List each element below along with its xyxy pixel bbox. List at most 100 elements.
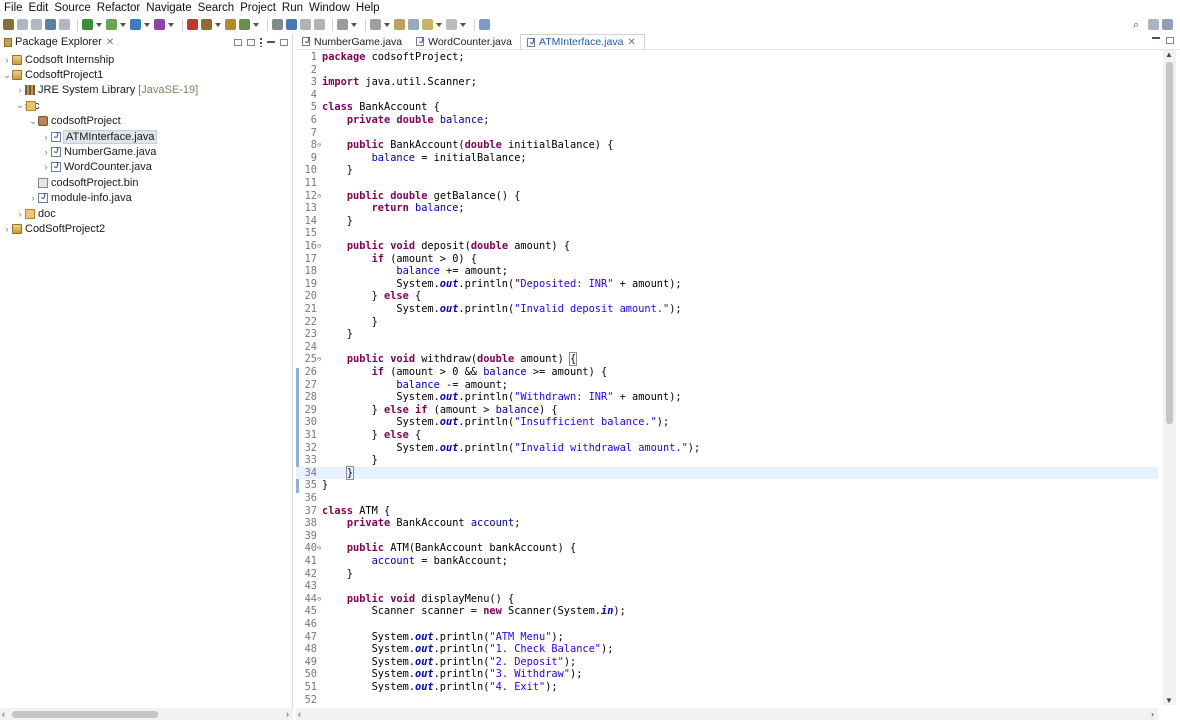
code-line[interactable]: 42 } (296, 568, 1158, 581)
menu-run[interactable]: Run (279, 0, 306, 16)
minimize-icon[interactable] (1152, 37, 1160, 39)
minimize-icon[interactable] (267, 41, 275, 43)
close-icon[interactable]: ✕ (627, 37, 635, 48)
toolbar-button-icon[interactable] (187, 19, 198, 30)
code-line[interactable]: 29 } else if (amount > balance) { (296, 404, 1158, 417)
editor-tab[interactable]: WordCounter.java (410, 34, 520, 49)
code-line[interactable]: 15 (296, 227, 1158, 240)
code-line[interactable]: 16 ⊖ public void deposit(double amount) { (296, 240, 1158, 253)
link-with-editor-icon[interactable] (247, 38, 255, 46)
code-line[interactable]: 30 System.out.println("Insufficient bala… (296, 416, 1158, 429)
code-line[interactable]: 10 } (296, 164, 1158, 177)
chevron-right-icon[interactable]: › (2, 224, 12, 234)
code-line[interactable]: 12 ⊖ public double getBalance() { (296, 190, 1158, 203)
tree-item[interactable]: › WordCounter.java (0, 160, 293, 175)
toolbar-button-icon[interactable] (239, 19, 250, 30)
toolbar-button-icon[interactable] (408, 19, 419, 30)
code-line[interactable]: 25 ⊖ public void withdraw(double amount) … (296, 352, 1158, 367)
search-icon[interactable]: ⌕ (1133, 19, 1145, 31)
menu-navigate[interactable]: Navigate (143, 0, 194, 16)
menu-refactor[interactable]: Refactor (94, 0, 143, 16)
toolbar-button-icon[interactable] (82, 19, 93, 30)
code-line[interactable]: 36 (296, 492, 1158, 505)
tree-item[interactable]: codsoftProject.bin (0, 175, 293, 190)
tree-item[interactable]: › NumberGame.java (0, 144, 293, 159)
code-line[interactable]: 39 (296, 530, 1158, 543)
code-line[interactable]: 35} (296, 479, 1158, 492)
code-line[interactable]: 2 (296, 64, 1158, 77)
toolbar-button-icon[interactable] (31, 19, 42, 30)
java-perspective-icon[interactable] (1162, 19, 1173, 30)
editor-tab[interactable]: NumberGame.java (296, 34, 410, 49)
toolbar-button-icon[interactable] (370, 19, 381, 30)
chevron-down-icon[interactable] (460, 22, 466, 27)
maximize-icon[interactable] (1166, 37, 1174, 44)
code-line[interactable]: 51 System.out.println("4. Exit"); (296, 681, 1158, 694)
toolbar-button-icon[interactable] (337, 19, 348, 30)
code-line[interactable]: 4 (296, 89, 1158, 102)
code-line[interactable]: 37 class ATM { (296, 505, 1158, 518)
menu-edit[interactable]: Edit (26, 0, 52, 16)
code-line[interactable]: 33 } (296, 454, 1158, 467)
scroll-right-icon[interactable]: › (1151, 709, 1154, 719)
scrollbar-thumb[interactable] (12, 711, 158, 718)
code-line[interactable]: 26 if (amount > 0 && balance >= amount) … (296, 366, 1158, 379)
code-line[interactable]: 50 System.out.println("3. Withdraw"); (296, 668, 1158, 681)
chevron-down-icon[interactable]: ⌄ (15, 100, 25, 111)
chevron-right-icon[interactable]: › (15, 85, 25, 95)
code-line[interactable]: 32 System.out.println("Invalid withdrawa… (296, 442, 1158, 455)
toolbar-button-icon[interactable] (17, 19, 28, 30)
tree-item[interactable]: ⌄ CodsoftProject1 (0, 67, 293, 82)
code-line[interactable]: 1 package codsoftProject; (296, 51, 1158, 64)
code-line[interactable]: 24 (296, 341, 1158, 354)
toolbar-button-icon[interactable] (106, 19, 117, 30)
package-explorer-tab[interactable]: Package Explorer ✕ (0, 34, 118, 50)
code-line[interactable]: 38 private BankAccount account; (296, 517, 1158, 530)
chevron-right-icon[interactable]: › (28, 193, 38, 203)
editor-tab[interactable]: ATMInterface.java✕ (519, 34, 645, 49)
code-line[interactable]: 27 balance -= amount; (296, 379, 1158, 392)
toolbar-button-icon[interactable] (201, 19, 212, 30)
code-line[interactable]: 19 System.out.println("Deposited: INR" +… (296, 278, 1158, 291)
code-line[interactable]: 49 System.out.println("2. Deposit"); (296, 656, 1158, 669)
chevron-right-icon[interactable]: › (15, 209, 25, 219)
scroll-up-icon[interactable]: ▲ (1165, 50, 1173, 59)
menu-window[interactable]: Window (306, 0, 353, 16)
code-line[interactable]: 8 ⊖ public BankAccount(double initialBala… (296, 139, 1158, 152)
chevron-right-icon[interactable]: › (41, 147, 51, 157)
code-line[interactable]: 14 } (296, 215, 1158, 228)
menu-project[interactable]: Project (237, 0, 279, 16)
code-line[interactable]: 6 private double balance; (296, 114, 1158, 127)
scroll-down-icon[interactable]: ▼ (1165, 696, 1173, 705)
menu-file[interactable]: File (0, 0, 26, 16)
code-line[interactable]: 28 System.out.println("Withdrawn: INR" +… (296, 391, 1158, 404)
scroll-right-icon[interactable]: › (286, 709, 289, 719)
code-line[interactable]: 7 (296, 127, 1158, 140)
chevron-right-icon[interactable]: › (2, 55, 12, 65)
code-line[interactable]: 17 if (amount > 0) { (296, 253, 1158, 266)
code-line[interactable]: 44 ⊖ public void displayMenu() { (296, 593, 1158, 606)
code-line[interactable]: 31 } else { (296, 429, 1158, 442)
toolbar-button-icon[interactable] (446, 19, 457, 30)
tree-item[interactable]: › JRE System Library [JavaSE-19] (0, 83, 293, 98)
toolbar-button-icon[interactable] (45, 19, 56, 30)
chevron-down-icon[interactable]: ⌄ (28, 116, 38, 127)
toolbar-button-icon[interactable] (59, 19, 70, 30)
code-line[interactable]: 3 import java.util.Scanner; (296, 76, 1158, 89)
close-icon[interactable]: ✕ (106, 37, 114, 48)
chevron-down-icon[interactable]: ⌄ (2, 70, 12, 81)
menu-help[interactable]: Help (353, 0, 383, 16)
collapse-all-icon[interactable] (234, 38, 242, 46)
code-line[interactable]: 52 (296, 694, 1158, 705)
code-line[interactable]: 23 } (296, 328, 1158, 341)
tree-item[interactable]: › Codsoft Internship (0, 52, 293, 67)
tree-item[interactable]: ⌄src (0, 98, 293, 113)
toolbar-button-icon[interactable] (286, 19, 297, 30)
code-line[interactable]: 43 (296, 580, 1158, 593)
toolbar-button-icon[interactable] (300, 19, 311, 30)
fold-toggle-icon[interactable]: ⊖ (317, 593, 321, 606)
open-perspective-icon[interactable] (1148, 19, 1159, 30)
chevron-down-icon[interactable] (351, 22, 357, 27)
chevron-down-icon[interactable] (436, 22, 442, 27)
tree-item[interactable]: › doc (0, 206, 293, 221)
